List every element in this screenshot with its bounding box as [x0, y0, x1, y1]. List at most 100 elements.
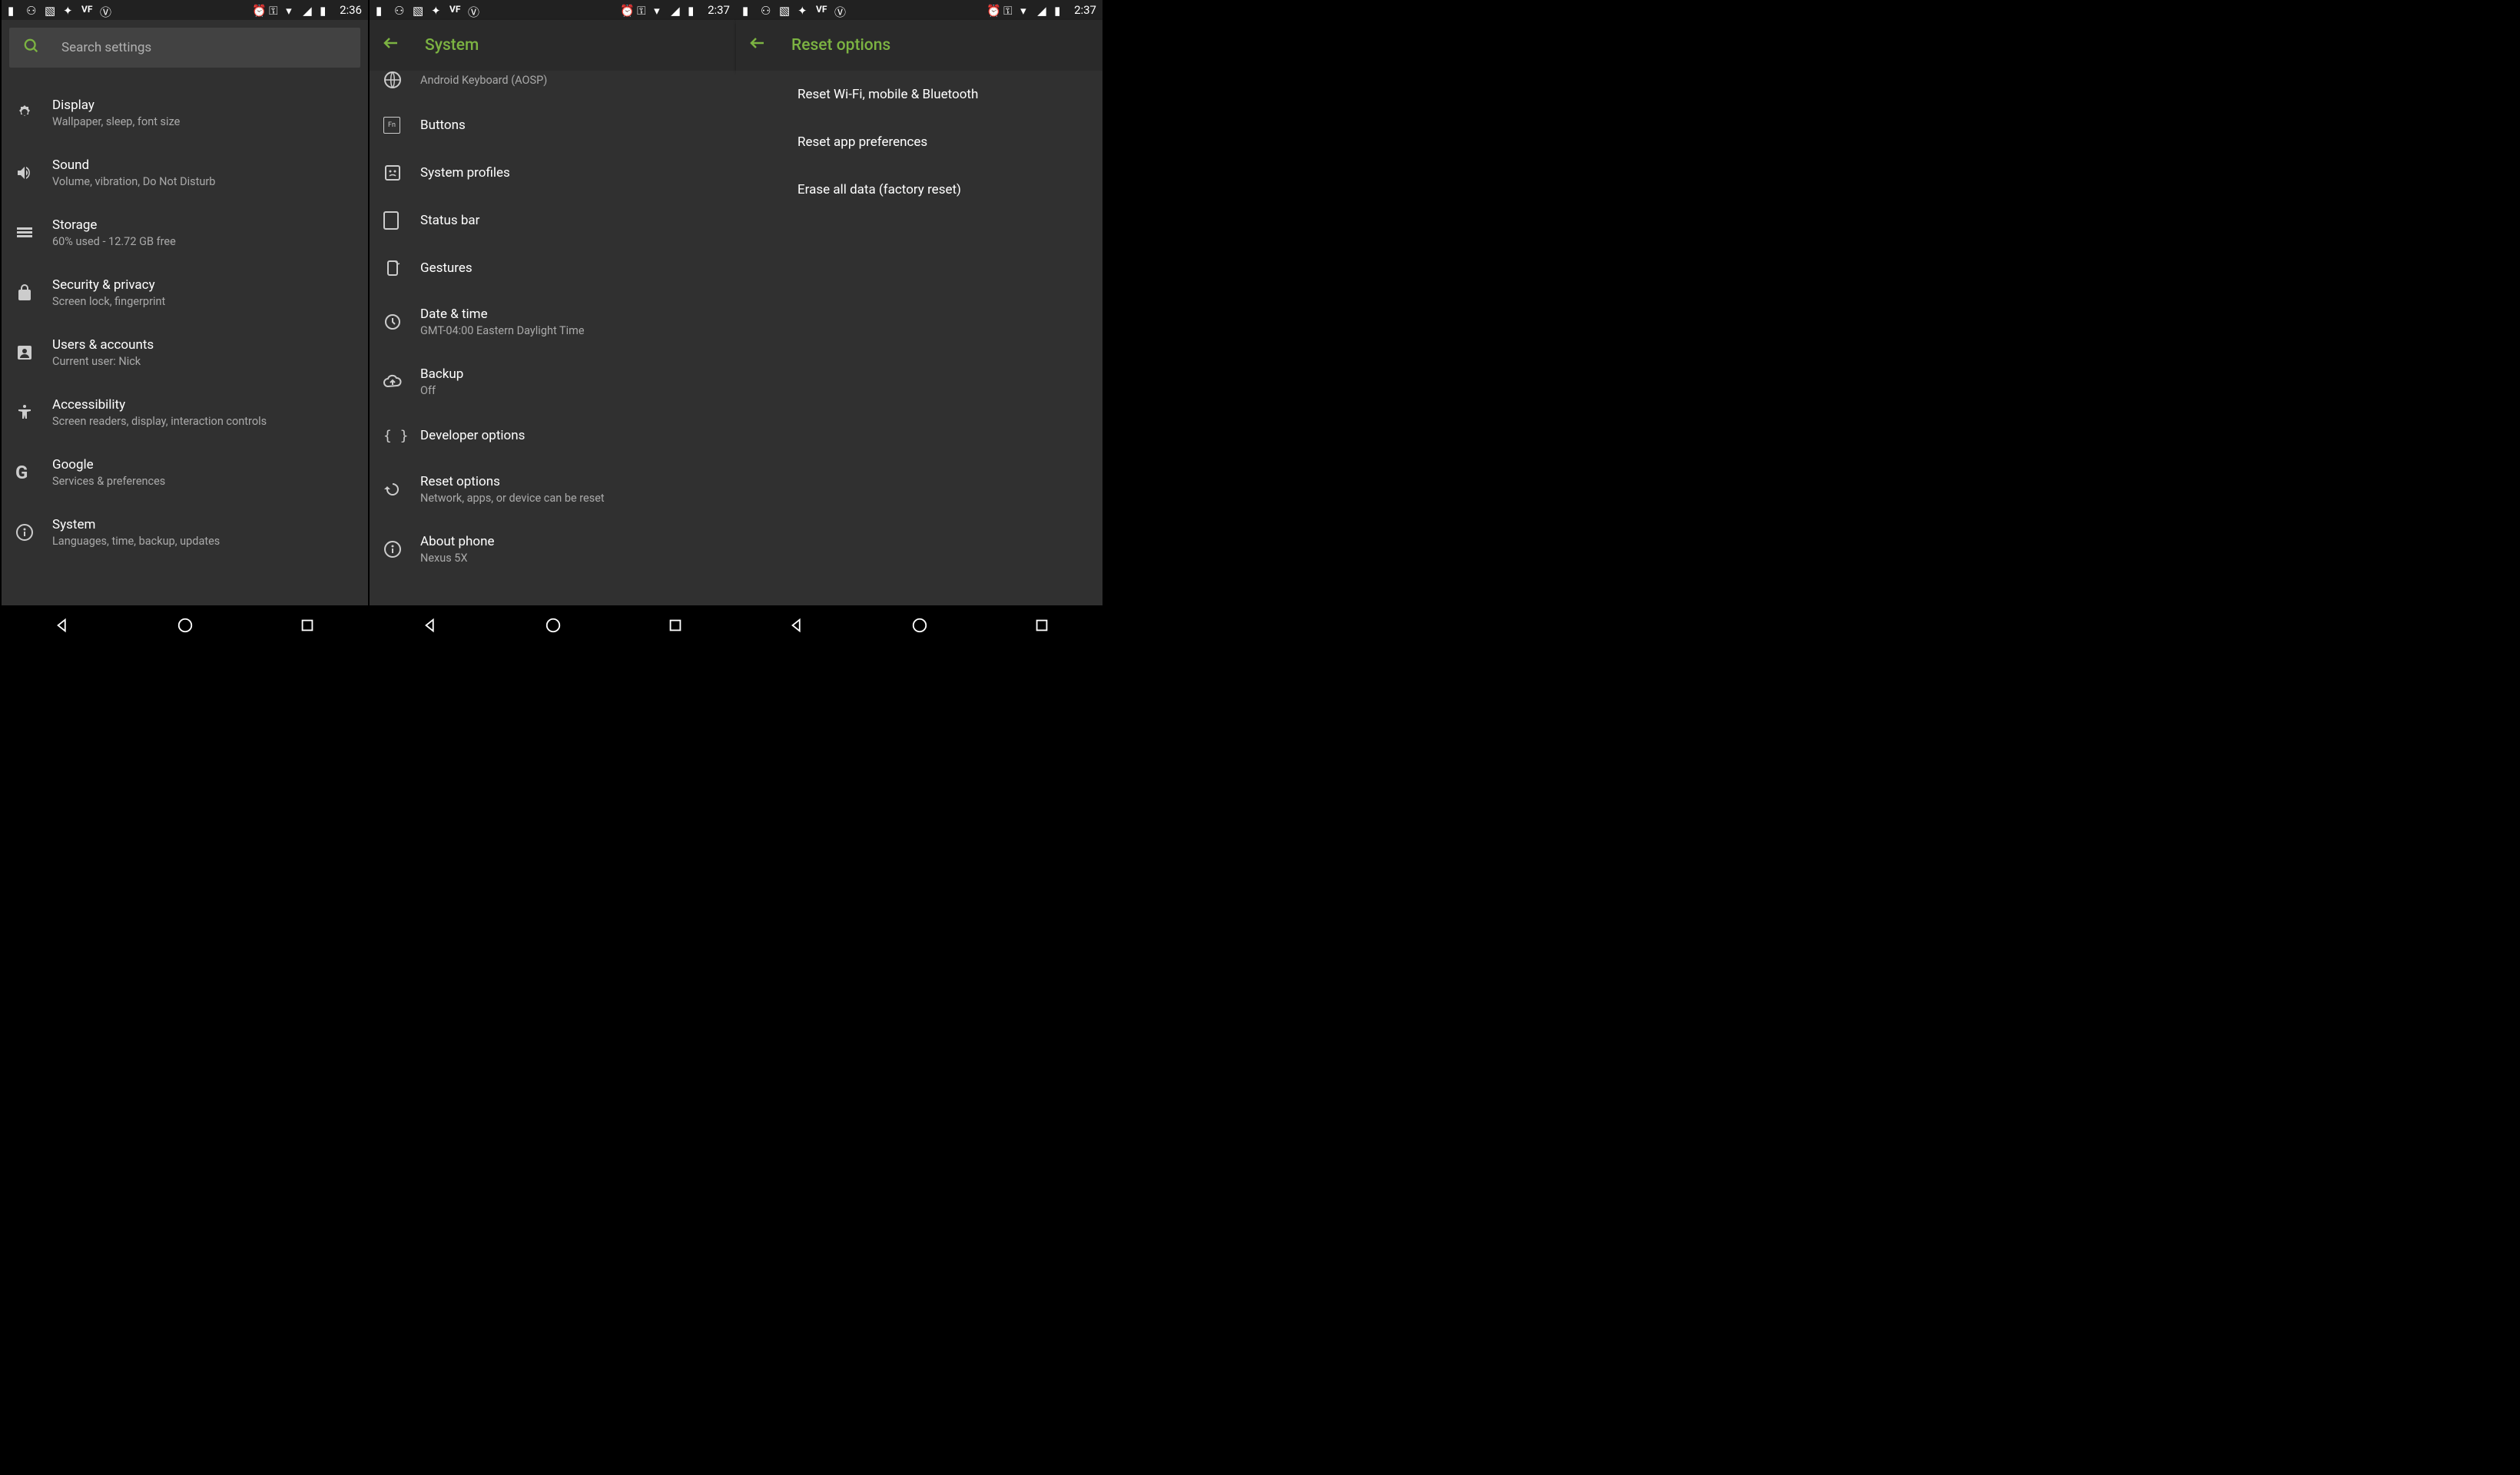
- photo-icon: ▧: [45, 4, 57, 16]
- alarm-icon: ⏰: [620, 4, 632, 16]
- voicemail-icon: ⚇: [394, 4, 406, 16]
- signal-icon: ◢: [1037, 4, 1049, 16]
- vf-icon: VF: [816, 4, 828, 16]
- alarm-icon: ⏰: [252, 4, 264, 16]
- battery-small-icon: ▮: [8, 4, 20, 16]
- settings-item-system[interactable]: SystemLanguages, time, backup, updates: [2, 502, 368, 562]
- system-item-profiles[interactable]: System profiles: [370, 149, 736, 197]
- leaf-icon: ✦: [431, 4, 443, 16]
- nav-back-button[interactable]: [400, 610, 462, 641]
- google-icon: G: [15, 462, 52, 483]
- braces-icon: { }: [383, 428, 420, 444]
- v-circle-icon: Ⓥ: [834, 4, 847, 16]
- page-title: Reset options: [791, 36, 890, 55]
- clock-icon: [383, 313, 420, 331]
- key-icon: ⚿: [637, 4, 649, 16]
- users-icon: [15, 343, 52, 362]
- profiles-icon: [383, 164, 420, 182]
- settings-item-users[interactable]: Users & accountsCurrent user: Nick: [2, 323, 368, 383]
- settings-list[interactable]: DisplayWallpaper, sleep, font size Sound…: [2, 68, 368, 605]
- nav-recents-button[interactable]: [645, 610, 706, 641]
- wifi-icon: ▾: [286, 4, 298, 16]
- settings-item-storage[interactable]: Storage60% used - 12.72 GB free: [2, 203, 368, 263]
- system-item-gestures[interactable]: Gestures: [370, 244, 736, 292]
- nav-recents-button[interactable]: [277, 610, 338, 641]
- reset-list[interactable]: Reset Wi-Fi, mobile & Bluetooth Reset ap…: [736, 71, 1102, 605]
- system-item-statusbar[interactable]: Status bar: [370, 197, 736, 244]
- wifi-icon: ▾: [1020, 4, 1033, 16]
- reset-item-apps[interactable]: Reset app preferences: [736, 118, 1102, 166]
- battery-icon: ▮: [688, 4, 700, 16]
- system-list[interactable]: Android Keyboard (AOSP) Fn Buttons Syste…: [370, 71, 736, 605]
- system-item-developer[interactable]: { } Developer options: [370, 412, 736, 459]
- system-item-languages[interactable]: Android Keyboard (AOSP): [370, 71, 736, 101]
- phone-screen-reset: ▮ ⚇ ▧ ✦ VF Ⓥ ⏰ ⚿ ▾ ◢ ▮ 2:37 Reset option…: [736, 0, 1102, 645]
- leaf-icon: ✦: [63, 4, 75, 16]
- phone-screen-system: ▮ ⚇ ▧ ✦ VF Ⓥ ⏰ ⚿ ▾ ◢ ▮ 2:37 System Andro…: [370, 0, 736, 645]
- reset-item-factory[interactable]: Erase all data (factory reset): [736, 166, 1102, 214]
- wifi-icon: ▾: [654, 4, 666, 16]
- status-bar: ▮ ⚇ ▧ ✦ VF Ⓥ ⏰ ⚿ ▾ ◢ ▮ 2:37: [736, 0, 1102, 20]
- info-icon: [383, 540, 420, 559]
- nav-home-button[interactable]: [522, 610, 584, 641]
- status-bar: ▮ ⚇ ▧ ✦ VF Ⓥ ⏰ ⚿ ▾ ◢ ▮ 2:36: [2, 0, 368, 20]
- nav-home-button[interactable]: [889, 610, 950, 641]
- phone-screen-settings: ▮ ⚇ ▧ ✦ VF Ⓥ ⏰ ⚿ ▾ ◢ ▮ 2:36 Search setti…: [2, 0, 368, 645]
- settings-item-google[interactable]: G GoogleServices & preferences: [2, 442, 368, 502]
- search-settings-input[interactable]: Search settings: [9, 28, 360, 68]
- cloud-icon: [383, 373, 420, 391]
- nav-recents-button[interactable]: [1011, 610, 1073, 641]
- settings-item-accessibility[interactable]: AccessibilityScreen readers, display, in…: [2, 383, 368, 442]
- storage-icon: [15, 224, 52, 242]
- nav-home-button[interactable]: [154, 610, 216, 641]
- settings-item-security[interactable]: Security & privacyScreen lock, fingerpri…: [2, 263, 368, 323]
- system-item-about[interactable]: About phoneNexus 5X: [370, 519, 736, 579]
- back-button[interactable]: [382, 34, 400, 57]
- navigation-bar: [2, 605, 368, 645]
- signal-icon: ◢: [671, 4, 683, 16]
- settings-item-sound[interactable]: SoundVolume, vibration, Do Not Disturb: [2, 143, 368, 203]
- search-icon: [23, 38, 40, 58]
- battery-icon: ▮: [1054, 4, 1066, 16]
- signal-icon: ◢: [303, 4, 315, 16]
- back-button[interactable]: [748, 34, 767, 57]
- statusbar-icon: [383, 211, 420, 230]
- photo-icon: ▧: [779, 4, 791, 16]
- app-bar: Reset options: [736, 20, 1102, 71]
- key-icon: ⚿: [269, 4, 281, 16]
- alarm-icon: ⏰: [986, 4, 999, 16]
- accessibility-icon: [15, 403, 52, 422]
- gestures-icon: [383, 259, 420, 277]
- v-circle-icon: Ⓥ: [100, 4, 112, 16]
- leaf-icon: ✦: [797, 4, 810, 16]
- lock-icon: [15, 283, 52, 302]
- nav-back-button[interactable]: [767, 610, 828, 641]
- key-icon: ⚿: [1003, 4, 1016, 16]
- settings-item-display[interactable]: DisplayWallpaper, sleep, font size: [2, 83, 368, 143]
- sound-icon: [15, 164, 52, 182]
- reset-item-wifi[interactable]: Reset Wi-Fi, mobile & Bluetooth: [736, 71, 1102, 118]
- fn-icon: Fn: [383, 117, 420, 134]
- clock-text: 2:37: [1074, 3, 1096, 17]
- battery-icon: ▮: [320, 4, 332, 16]
- battery-small-icon: ▮: [376, 4, 388, 16]
- info-icon: [15, 523, 52, 542]
- clock-text: 2:37: [708, 3, 730, 17]
- globe-icon: [383, 71, 420, 89]
- display-icon: [15, 104, 52, 122]
- navigation-bar: [370, 605, 736, 645]
- app-bar: System: [370, 20, 736, 71]
- photo-icon: ▧: [413, 4, 425, 16]
- system-item-datetime[interactable]: Date & timeGMT-04:00 Eastern Daylight Ti…: [370, 292, 736, 352]
- system-item-reset[interactable]: Reset optionsNetwork, apps, or device ca…: [370, 459, 736, 519]
- nav-back-button[interactable]: [32, 610, 94, 641]
- battery-small-icon: ▮: [742, 4, 754, 16]
- search-placeholder: Search settings: [61, 40, 151, 55]
- clock-text: 2:36: [340, 3, 362, 17]
- voicemail-icon: ⚇: [26, 4, 38, 16]
- system-item-buttons[interactable]: Fn Buttons: [370, 101, 736, 149]
- system-item-backup[interactable]: BackupOff: [370, 352, 736, 412]
- vf-icon: VF: [81, 4, 94, 16]
- voicemail-icon: ⚇: [761, 4, 773, 16]
- navigation-bar: [736, 605, 1102, 645]
